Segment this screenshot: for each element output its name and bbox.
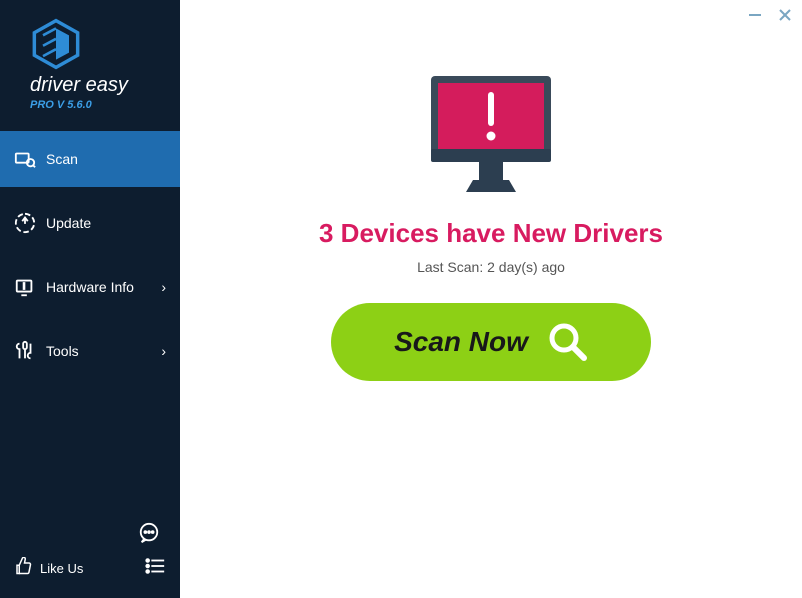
scan-icon [14,148,36,170]
scan-button-label: Scan Now [394,326,528,358]
status-headline: 3 Devices have New Drivers [319,218,663,249]
like-us-label: Like Us [40,561,83,576]
sidebar-item-label: Tools [46,343,79,359]
monitor-warning-icon [421,70,561,200]
chevron-right-icon: › [161,279,166,295]
window-controls [748,8,792,26]
brand-version: PRO V 5.6.0 [30,99,180,111]
menu-lines-icon[interactable] [144,555,166,582]
thumbs-up-icon [14,557,32,580]
main-panel: 3 Devices have New Drivers Last Scan: 2 … [180,0,802,598]
sidebar-item-tools[interactable]: Tools › [0,323,180,379]
scan-now-button[interactable]: Scan Now [331,303,651,381]
minimize-button[interactable] [748,8,762,26]
sidebar-item-update[interactable]: Update [0,195,180,251]
last-scan-text: Last Scan: 2 day(s) ago [417,259,565,275]
brand-logo-icon [30,18,82,70]
tools-icon [14,340,36,362]
sidebar-item-label: Update [46,215,91,231]
like-us-button[interactable]: Like Us [14,557,83,580]
feedback-icon[interactable] [138,522,160,549]
magnifier-icon [546,320,588,365]
brand-name: driver easy [30,74,180,97]
sidebar: driver easy PRO V 5.6.0 Scan Update [0,0,180,598]
nav: Scan Update i Hardware Info › [0,131,180,387]
logo-area: driver easy PRO V 5.6.0 [0,0,180,121]
main-content: 3 Devices have New Drivers Last Scan: 2 … [180,0,802,381]
update-icon [14,212,36,234]
close-button[interactable] [778,8,792,26]
sidebar-item-label: Hardware Info [46,279,134,295]
hardware-info-icon: i [14,276,36,298]
svg-text:i: i [23,282,25,291]
sidebar-bottom: Like Us [0,512,180,598]
sidebar-item-label: Scan [46,151,78,167]
sidebar-item-scan[interactable]: Scan [0,131,180,187]
sidebar-item-hardware-info[interactable]: i Hardware Info › [0,259,180,315]
chevron-right-icon: › [161,343,166,359]
